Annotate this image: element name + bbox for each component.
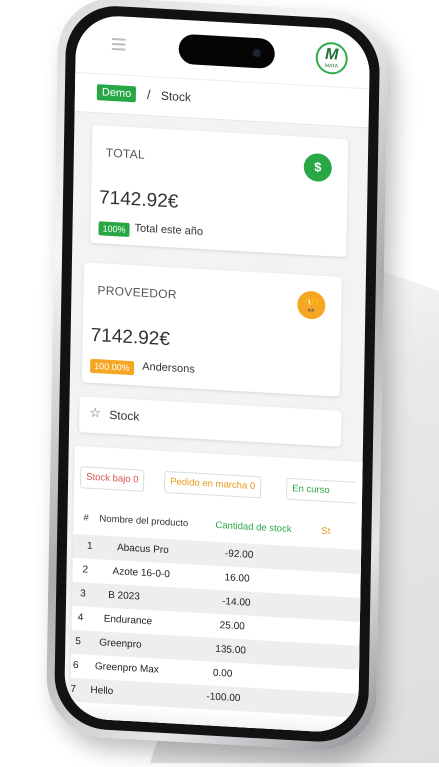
chip-stock-bajo[interactable]: Stock bajo 0 [79,466,145,492]
row-quantity: 16.00 [224,572,250,585]
row-number: 3 [80,588,86,600]
trophy-icon: 🏆 [297,290,326,320]
proveedor-card: PROVEEDOR 🏆 7142.92€ 100.00% Andersons [81,262,342,397]
chip-pedido-en-marcha[interactable]: Pedido en marcha 0 [163,470,262,499]
camera-icon [252,48,261,58]
phone-screen: M MATA Demo / Stock TOTAL $ 7142.92€ 100… [63,13,371,734]
row-number: 7 [70,683,77,696]
total-value: 7142.92€ [98,187,179,213]
header-stock-quantity: Cantidad de stock [215,519,292,536]
total-percent-badge: 100% [98,221,130,237]
star-icon: ☆ [89,404,102,421]
logo-letter: M [324,45,339,64]
breadcrumb-current: Stock [160,88,192,105]
dollar-icon: $ [303,152,333,183]
row-number: 4 [77,612,84,624]
row-quantity: 135.00 [215,643,246,657]
row-product-name: B 2023 [108,589,140,603]
row-product-name: Hello [90,684,114,698]
total-subtitle: Total este año [134,222,204,239]
row-number: 1 [86,540,93,552]
stock-section-header[interactable]: ☆ Stock [78,396,342,447]
row-product-name: Greenpro Max [94,661,159,676]
header-number: # [83,512,89,524]
breadcrumb-demo-link[interactable]: Demo [96,84,137,103]
row-product-name: Azote 16-0-0 [112,566,170,581]
row-quantity: 25.00 [219,620,245,633]
dynamic-island [178,33,275,70]
total-card: TOTAL $ 7142.92€ 100% Total este año [90,124,349,258]
row-number: 5 [75,636,81,648]
proveedor-title: PROVEEDOR [97,283,177,302]
row-quantity: -14.00 [222,596,251,609]
chip-en-curso[interactable]: En curso [285,477,358,504]
row-quantity: -92.00 [224,548,254,561]
header-product-name: Nombre del producto [99,513,189,530]
proveedor-subtitle: Andersons [142,360,195,376]
logo-text: MATA [324,62,339,70]
row-number: 2 [82,564,89,576]
proveedor-percent-badge: 100.00% [90,358,134,376]
row-number: 6 [72,659,79,672]
row-product-name: Greenpro [99,637,142,651]
row-quantity: -100.00 [206,691,241,705]
row-product-name: Endurance [103,613,153,628]
row-quantity: 0.00 [212,667,233,680]
stock-table-card: Stock bajo 0 Pedido en marcha 0 En curso… [69,445,365,734]
total-title: TOTAL [105,145,146,162]
hamburger-menu-icon[interactable] [111,37,126,51]
breadcrumb-separator: / [146,86,151,103]
row-product-name: Abacus Pro [116,542,169,557]
app-logo[interactable]: M MATA [315,41,348,76]
header-extra: St [321,525,331,538]
phone-mockup: M MATA Demo / Stock TOTAL $ 7142.92€ 100… [5,0,432,767]
proveedor-value: 7142.92€ [90,324,171,351]
stock-section-label: Stock [109,407,140,424]
